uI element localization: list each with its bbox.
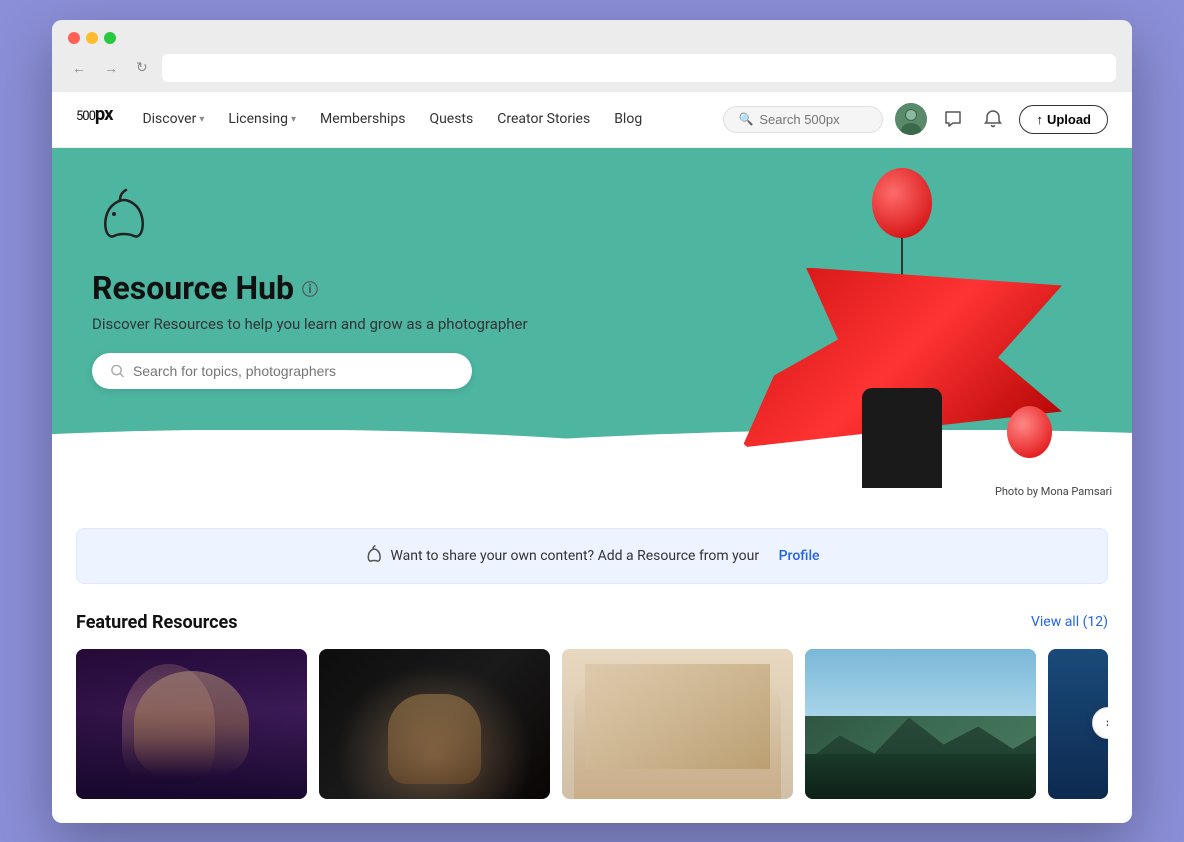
maximize-dot[interactable] [104,32,116,44]
hero-subtitle: Discover Resources to help you learn and… [92,315,572,333]
hero-search-input[interactable] [133,363,454,379]
featured-title: Featured Resources [76,612,237,633]
browser-dots [68,32,1116,44]
featured-section: Featured Resources View all (12) [52,604,1132,823]
chevron-down-icon: ▾ [199,114,204,125]
chevron-down-icon: ▾ [291,114,296,125]
body-silhouette [862,388,942,488]
nav-blog[interactable]: Blog [604,105,652,133]
close-dot[interactable] [68,32,80,44]
resource-banner: Want to share your own content? Add a Re… [76,528,1108,584]
small-balloon [1007,406,1052,458]
hero-title: Resource Hub ⓘ [92,269,572,307]
notifications-button[interactable] [979,105,1007,133]
upload-button[interactable]: ↑ Upload [1019,105,1108,134]
address-bar[interactable]: 500px.com/editors/resource-hub [162,54,1116,82]
minimize-dot[interactable] [86,32,98,44]
nav-memberships[interactable]: Memberships [310,105,415,133]
resource-card[interactable] [562,649,793,799]
view-all-link[interactable]: View all (12) [1031,614,1108,630]
search-input[interactable] [759,112,868,127]
info-icon[interactable]: ⓘ [302,276,318,300]
nav-quests[interactable]: Quests [419,105,483,133]
refresh-button[interactable]: ↻ [132,57,152,78]
card-figure2 [388,694,480,784]
messages-button[interactable] [939,105,967,133]
search-icon: 🔍 [738,112,753,126]
resource-card[interactable] [805,649,1036,799]
banner-profile-link[interactable]: Profile [779,548,820,564]
nav-search[interactable]: 🔍 [723,106,883,133]
browser-toolbar: ← → ↻ 500px.com/editors/resource-hub [68,54,1116,92]
featured-header: Featured Resources View all (12) [76,612,1108,633]
site-nav: 500px Discover ▾ Licensing ▾ Memberships… [52,92,1132,148]
search-icon [110,363,125,379]
nav-creator-stories[interactable]: Creator Stories [487,105,600,133]
card-figure [134,671,250,776]
card-sky [805,649,1036,717]
back-button[interactable]: ← [68,58,90,78]
browser-window: ← → ↻ 500px.com/editors/resource-hub 500… [52,20,1132,823]
upload-arrow-icon: ↑ [1036,112,1043,127]
nav-links: Discover ▾ Licensing ▾ Memberships Quest… [132,105,723,133]
site-logo[interactable]: 500px [76,104,112,134]
banner-text: Want to share your own content? Add a Re… [390,548,759,564]
card-water [805,754,1036,799]
nav-licensing[interactable]: Licensing ▾ [218,105,306,133]
hero-decorative-photo [732,168,1072,488]
browser-chrome: ← → ↻ 500px.com/editors/resource-hub [52,20,1132,92]
hero-content: Resource Hub ⓘ Discover Resources to hel… [92,188,572,389]
hero-search[interactable] [92,353,472,389]
nav-right: 🔍 [723,103,1108,135]
nav-discover[interactable]: Discover ▾ [132,105,214,133]
balloon-decoration [872,168,932,238]
resource-cards: › [76,649,1108,799]
hero-section: Resource Hub ⓘ Discover Resources to hel… [52,148,1132,508]
avatar[interactable] [895,103,927,135]
resource-card[interactable] [319,649,550,799]
forward-button[interactable]: → [100,58,122,78]
apple-icon [92,188,572,253]
card-people [585,664,770,769]
apple-icon-sm [364,545,382,567]
photo-credit: Photo by Mona Pamsari [995,485,1112,498]
resource-card[interactable] [76,649,307,799]
